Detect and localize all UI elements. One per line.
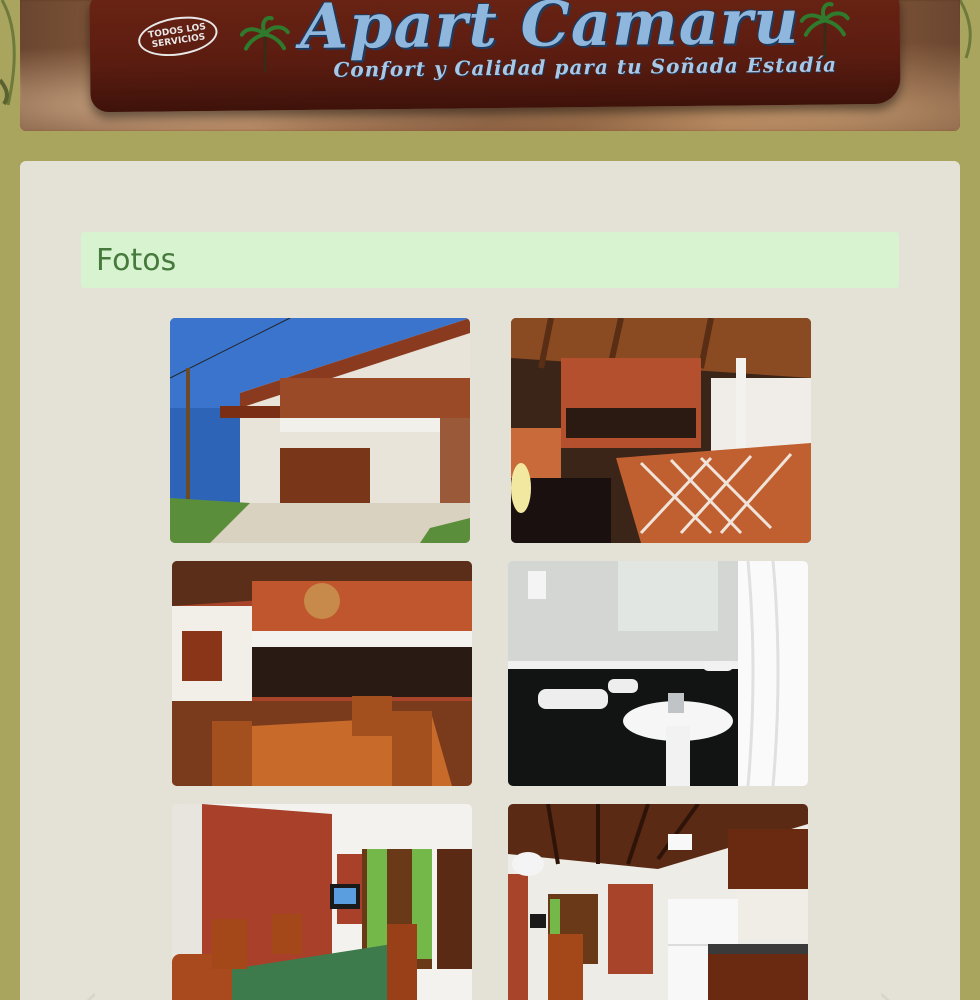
section-heading-box: Fotos [81, 232, 899, 288]
photo-covered-patio[interactable] [511, 318, 811, 543]
photo-dining-grill[interactable] [172, 561, 472, 786]
wooden-sign-logo: TODOS LOS SERVICIOS Apart Camaru Confort… [89, 0, 901, 113]
header-banner: TODOS LOS SERVICIOS Apart Camaru Confort… [20, 0, 960, 131]
photo-bathroom[interactable] [508, 561, 808, 786]
photo-dining-room[interactable] [172, 804, 472, 1000]
gallery-next-button[interactable]: › [878, 982, 902, 1000]
content-panel: Fotos [20, 161, 960, 1000]
photo-kitchen[interactable] [508, 804, 808, 1000]
site-tagline: Confort y Calidad para tu Soñada Estadía [333, 52, 838, 82]
photo-building-exterior[interactable] [170, 318, 470, 543]
services-badge: TODOS LOS SERVICIOS [135, 11, 221, 62]
gallery-prev-button[interactable]: ‹ [84, 982, 108, 1000]
section-title: Fotos [96, 242, 177, 278]
page: TODOS LOS SERVICIOS Apart Camaru Confort… [0, 0, 980, 1000]
